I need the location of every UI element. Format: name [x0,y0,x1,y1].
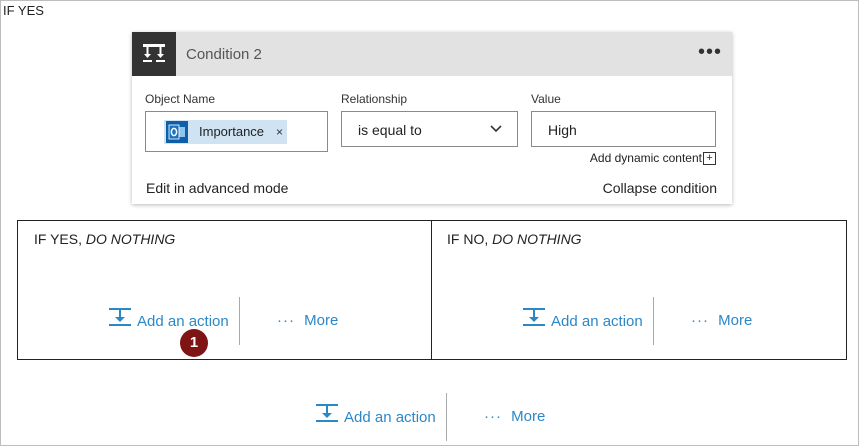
add-action-icon [109,308,131,326]
ellipsis-icon: ··· [484,408,502,425]
branch-condition-text: IF YES, [34,231,86,247]
add-action-label: Add an action [551,313,643,330]
ellipsis-icon[interactable]: ••• [698,41,722,64]
plus-icon[interactable]: + [703,152,716,165]
if-yes-branch-label: IF YES, DO NOTHING [34,231,175,247]
relationship-value: is equal to [358,122,422,138]
add-action-icon [316,404,338,422]
yes-more-button[interactable]: ··· More [277,312,338,329]
more-label: More [304,312,339,329]
outlook-icon [166,121,188,143]
more-label: More [718,312,753,329]
no-more-button[interactable]: ··· More [691,312,752,329]
value-input[interactable]: High [531,111,716,147]
branch-action-text: DO NOTHING [492,231,582,247]
object-name-label: Object Name [145,92,216,106]
chevron-down-icon [490,125,502,133]
collapse-condition-link[interactable]: Collapse condition [603,180,717,196]
condition-icon [132,32,176,76]
action-separator [239,297,240,345]
branch-action-text: DO NOTHING [85,231,176,247]
object-name-field[interactable]: Importance × [145,111,328,152]
importance-token: Importance × [164,120,287,144]
if-no-branch-label: IF NO, DO NOTHING [447,231,582,247]
branch-divider [431,221,432,359]
ellipsis-icon: ··· [277,312,295,329]
relationship-label: Relationship [341,92,408,106]
condition-title: Condition 2 [186,46,262,63]
add-action-icon [523,308,545,326]
branches-container: IF YES, DO NOTHING IF NO, DO NOTHING Add… [17,220,847,360]
value-label: Value [531,92,561,106]
value-text: High [548,122,577,138]
add-action-label: Add an action [137,313,229,330]
remove-token-icon[interactable]: × [276,125,283,139]
action-separator [446,393,447,441]
relationship-select[interactable]: is equal to [341,111,518,147]
outer-if-yes-label: IF YES [3,3,44,18]
token-label: Importance [199,124,265,139]
bottom-more-button[interactable]: ··· More [484,408,545,425]
ellipsis-icon: ··· [691,312,709,329]
more-label: More [511,408,546,425]
step-badge: 1 [180,329,208,357]
add-action-label: Add an action [344,409,436,426]
condition-header[interactable]: Condition 2 ••• [132,32,732,76]
add-dynamic-content-link[interactable]: Add dynamic content [590,151,702,165]
action-separator [653,297,654,345]
condition-card: Condition 2 ••• Object Name Importance ×… [132,32,732,204]
edit-advanced-mode-link[interactable]: Edit in advanced mode [146,180,288,196]
branch-condition-text: IF NO, [447,231,493,247]
